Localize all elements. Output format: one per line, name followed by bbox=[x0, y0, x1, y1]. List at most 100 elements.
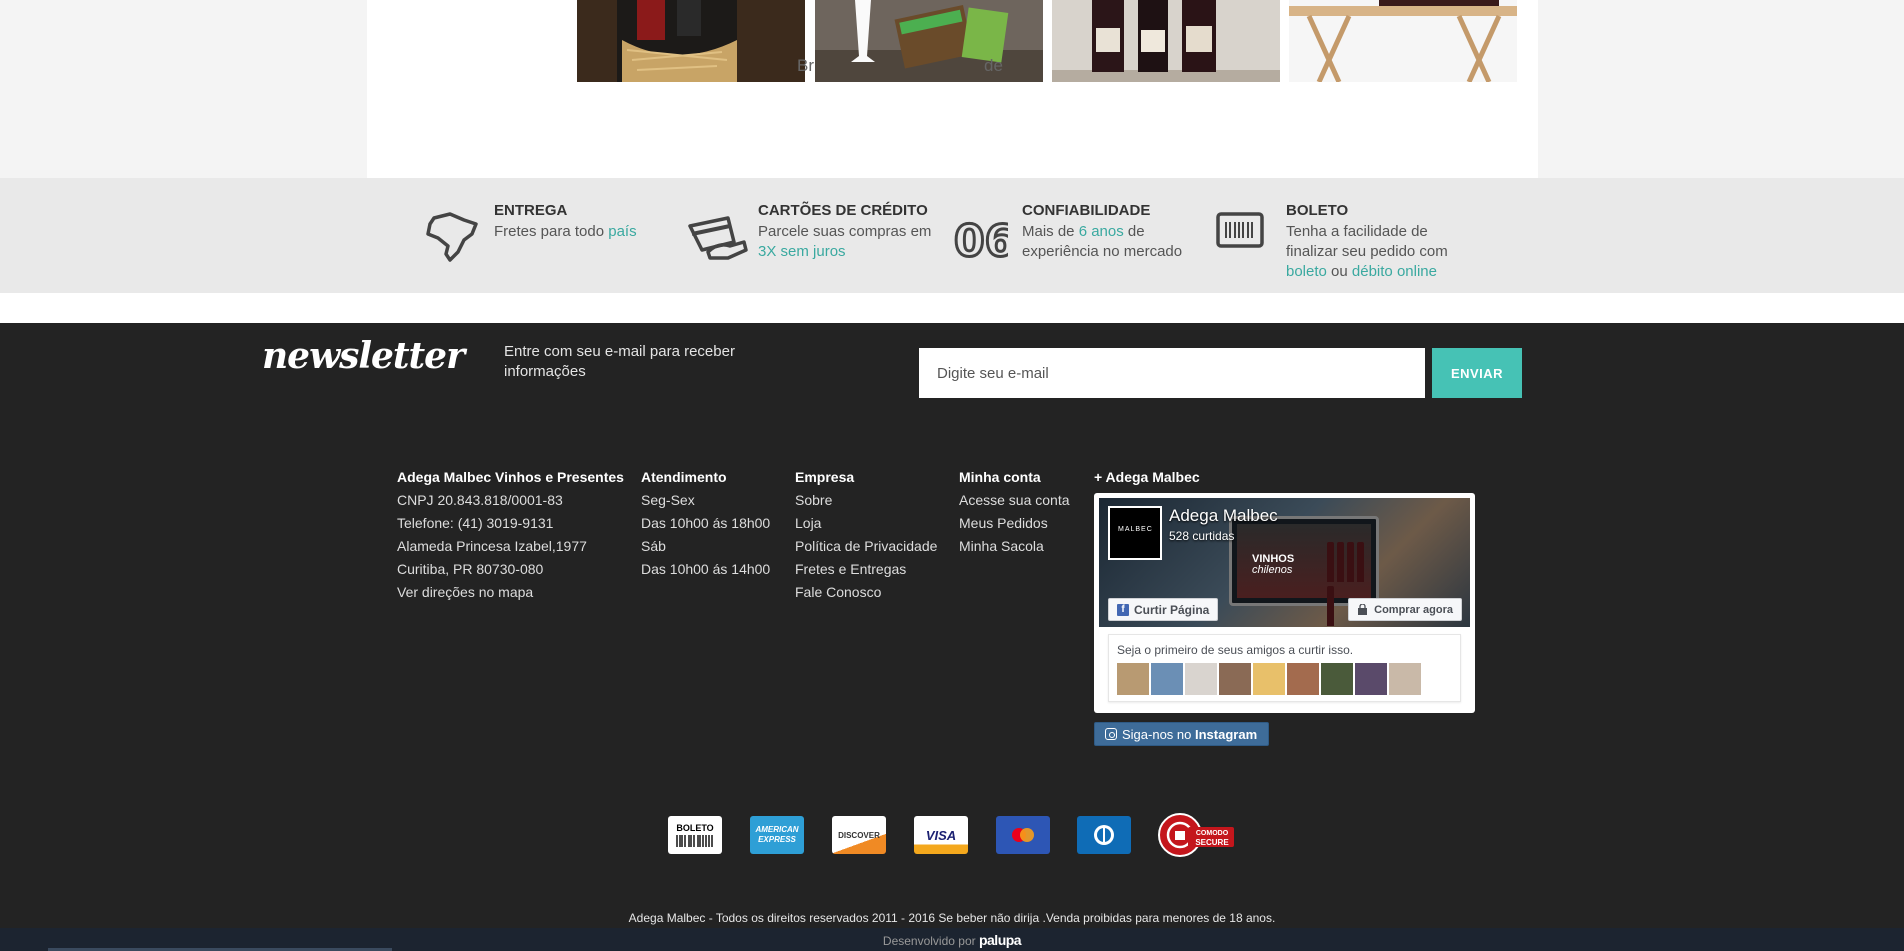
footer-link-fretes[interactable]: Fretes e Entregas bbox=[795, 558, 937, 581]
footer-link-acesse-conta[interactable]: Acesse sua conta bbox=[959, 489, 1070, 512]
feature-text: Mais de 6 anos de experiência no mercado bbox=[1022, 222, 1182, 262]
hours-line: Das 10h00 ás 18h00 bbox=[641, 515, 771, 531]
feature-text-mid: ou bbox=[1326, 263, 1352, 280]
feature-text: Tenha a facilidade de finalizar seu pedi… bbox=[1286, 222, 1448, 282]
cover-text: VINHOS chilenos bbox=[1252, 554, 1294, 576]
footer-col-conta: Minha conta Acesse sua conta Meus Pedido… bbox=[959, 469, 1070, 558]
friend-avatar[interactable] bbox=[1151, 663, 1183, 695]
svg-text:06: 06 bbox=[954, 216, 1008, 262]
footer-link-privacidade[interactable]: Política de Privacidade bbox=[795, 535, 937, 558]
footer-link-sacola[interactable]: Minha Sacola bbox=[959, 535, 1070, 558]
feature-link-debito[interactable]: débito online bbox=[1352, 263, 1437, 280]
product-thumb-gift-basket[interactable] bbox=[577, 0, 805, 82]
newsletter-submit-button[interactable]: ENVIAR bbox=[1432, 348, 1522, 398]
footer-col-title: Atendimento bbox=[641, 469, 727, 485]
like-button-label: Curtir Página bbox=[1134, 602, 1210, 617]
footer-link-loja[interactable]: Loja bbox=[795, 512, 937, 535]
company-city: Curitiba, PR 80730-080 bbox=[397, 561, 544, 577]
years-06-icon: 06 bbox=[952, 212, 1017, 269]
friend-avatar[interactable] bbox=[1253, 663, 1285, 695]
facebook-like-button[interactable]: f Curtir Página bbox=[1108, 598, 1219, 621]
feature-title: CARTÕES DE CRÉDITO bbox=[758, 202, 928, 219]
instagram-prefix: Siga-nos no bbox=[1122, 726, 1195, 742]
cover-text-line: chilenos bbox=[1252, 564, 1293, 576]
barcode-icon bbox=[1216, 212, 1272, 262]
brazil-map-icon bbox=[424, 212, 480, 262]
comodo-label: SECURE bbox=[1195, 838, 1229, 847]
instagram-follow-button[interactable]: Siga-nos no Instagram bbox=[1094, 722, 1269, 746]
friend-avatar[interactable] bbox=[1185, 663, 1217, 695]
newsletter-logo: newsletter bbox=[262, 335, 465, 377]
amex-label: AMERICAN bbox=[755, 825, 799, 834]
newsletter-email-input[interactable] bbox=[919, 348, 1425, 398]
footer-col-title: Empresa bbox=[795, 469, 855, 485]
developer-brand-link[interactable]: palupa bbox=[979, 932, 1022, 948]
newsletter-description: Entre com seu e-mail para receber inform… bbox=[504, 343, 735, 380]
mastercard-logo bbox=[1012, 828, 1034, 842]
social-section-title: + Adega Malbec bbox=[1094, 469, 1200, 485]
amex-label: EXPRESS bbox=[758, 835, 796, 844]
copyright-text: Adega Malbec - Todos os direitos reserva… bbox=[628, 911, 1276, 925]
product-thumb-wines[interactable] bbox=[1052, 0, 1280, 82]
footer-link-contato[interactable]: Fale Conosco bbox=[795, 581, 937, 604]
bottle bbox=[1347, 542, 1354, 582]
feature-link-pais[interactable]: país bbox=[608, 223, 636, 240]
bottle bbox=[1357, 542, 1364, 582]
friend-avatar[interactable] bbox=[1117, 663, 1149, 695]
shopping-bag-icon bbox=[1358, 603, 1368, 615]
discover-payment-icon: DISCOVER bbox=[832, 816, 886, 854]
facebook-page-widget: VINHOS chilenos MALBEC Adega Malbec 528 … bbox=[1094, 493, 1475, 713]
facebook-friends-box: Seja o primeiro de seus amigos a curtir … bbox=[1108, 634, 1461, 702]
footer-col-title: Adega Malbec Vinhos e Presentes bbox=[397, 469, 624, 485]
feature-text-line: finalizar seu pedido com bbox=[1286, 243, 1448, 260]
friend-avatar[interactable] bbox=[1389, 663, 1421, 695]
diners-logo bbox=[1094, 825, 1114, 845]
facebook-likes-count: 528 curtidas bbox=[1169, 529, 1235, 543]
facebook-friends-faces bbox=[1117, 663, 1421, 695]
credit-card-icon bbox=[688, 212, 748, 262]
facebook-buy-button[interactable]: Comprar agora bbox=[1348, 598, 1462, 621]
friend-avatar[interactable] bbox=[1355, 663, 1387, 695]
facebook-icon: f bbox=[1117, 603, 1129, 616]
developer-credit: Desenvolvido por palupa bbox=[0, 932, 1904, 948]
friend-avatar[interactable] bbox=[1219, 663, 1251, 695]
section-divider bbox=[0, 293, 1904, 323]
feature-link-boleto[interactable]: boleto bbox=[1286, 263, 1327, 280]
bottle bbox=[1327, 586, 1334, 626]
friend-avatar[interactable] bbox=[1287, 663, 1319, 695]
hours-line: Sáb bbox=[641, 538, 666, 554]
footer-col-title: Minha conta bbox=[959, 469, 1041, 485]
diners-payment-icon bbox=[1077, 816, 1131, 854]
footer-link-pedidos[interactable]: Meus Pedidos bbox=[959, 512, 1070, 535]
avatar-text: MALBEC bbox=[1118, 526, 1153, 533]
feature-link-3x[interactable]: 3X sem juros bbox=[758, 243, 846, 260]
product-caption-overlay: Br de bbox=[797, 56, 1003, 75]
feature-link-6anos[interactable]: 6 anos bbox=[1079, 223, 1124, 240]
features-band: ENTREGA Fretes para todo país CARTÕES DE… bbox=[0, 178, 1904, 293]
footer-col-atendimento: Atendimento Seg-Sex Das 10h00 ás 18h00 S… bbox=[641, 469, 770, 581]
hours-line: Seg-Sex bbox=[641, 492, 695, 508]
feature-text-line: experiência no mercado bbox=[1022, 243, 1183, 260]
product-thumb-wine-table[interactable] bbox=[1289, 0, 1517, 82]
feature-text: Fretes para todo país bbox=[494, 222, 637, 242]
visa-label: VISA bbox=[925, 827, 957, 843]
map-directions-link[interactable]: Ver direções no mapa bbox=[397, 581, 624, 604]
instagram-label: Siga-nos no Instagram bbox=[1122, 727, 1257, 742]
facebook-page-avatar[interactable]: MALBEC bbox=[1108, 506, 1162, 560]
feature-text-line: Tenha a facilidade de bbox=[1286, 223, 1428, 240]
feature-text-prefix: Fretes para todo bbox=[494, 223, 609, 240]
instagram-icon bbox=[1105, 728, 1117, 740]
feature-text-suffix: de bbox=[1123, 223, 1145, 240]
friend-avatar[interactable] bbox=[1321, 663, 1353, 695]
developer-prefix: Desenvolvido por bbox=[882, 934, 979, 948]
laptop-illustration: VINHOS chilenos bbox=[1229, 516, 1379, 626]
facebook-cover[interactable]: VINHOS chilenos MALBEC Adega Malbec 528 … bbox=[1099, 498, 1470, 627]
feature-title: ENTREGA bbox=[494, 202, 568, 219]
footer: newsletter Entre com seu e-mail para rec… bbox=[0, 323, 1904, 951]
facebook-page-name[interactable]: Adega Malbec bbox=[1169, 506, 1278, 526]
footer-link-sobre[interactable]: Sobre bbox=[795, 489, 937, 512]
mastercard-payment-icon bbox=[996, 816, 1050, 854]
feature-title: BOLETO bbox=[1286, 202, 1349, 219]
comodo-secure-badge: COMODO SECURE bbox=[1158, 811, 1236, 859]
feature-text: Parcele suas compras em 3X sem juros bbox=[758, 222, 931, 262]
